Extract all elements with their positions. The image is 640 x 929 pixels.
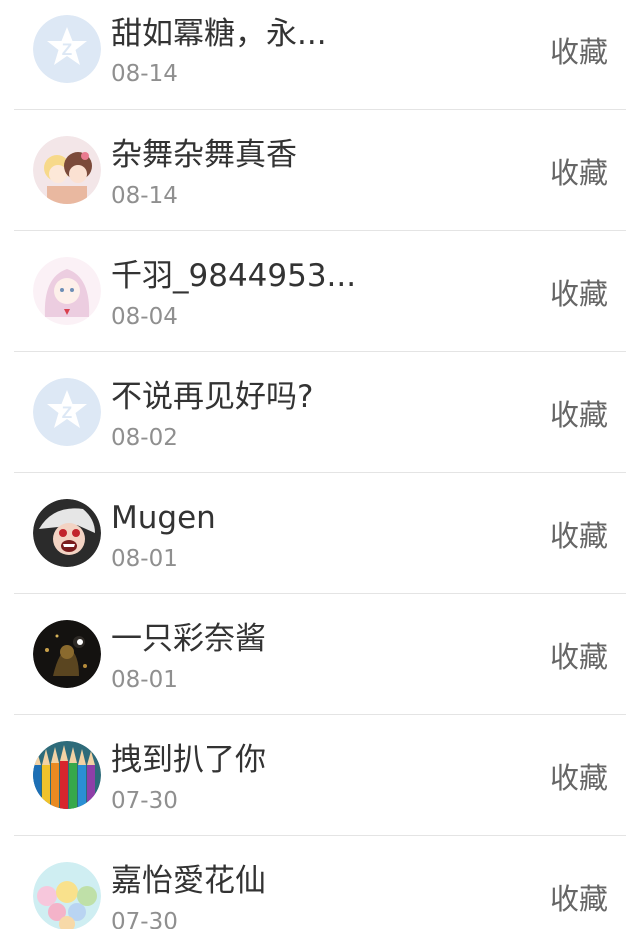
favorite-button[interactable]: 收藏	[550, 882, 608, 916]
contact-date: 08-14	[111, 61, 178, 87]
screaming-character-avatar[interactable]	[33, 499, 101, 567]
contact-date: 08-01	[111, 546, 178, 572]
default-qq-avatar-icon[interactable]: Z	[33, 378, 101, 446]
contact-date: 08-02	[111, 425, 178, 451]
favorite-button[interactable]: 收藏	[550, 156, 608, 190]
contact-name: 一只彩奈酱	[111, 621, 266, 657]
default-qq-avatar-icon[interactable]: Z	[33, 15, 101, 83]
svg-text:Z: Z	[62, 403, 72, 422]
contact-name: 拽到扒了你	[111, 742, 266, 778]
favorite-button[interactable]: 收藏	[550, 398, 608, 432]
contact-name: Mugen	[111, 500, 216, 536]
list-item[interactable]: 拽到扒了你 07-30 收藏	[14, 715, 626, 836]
list-item[interactable]: Z 甜如冪糖，永... 08-14 收藏	[14, 0, 626, 110]
contact-date: 08-04	[111, 304, 178, 330]
favorite-button[interactable]: 收藏	[550, 640, 608, 674]
svg-text:Z: Z	[62, 40, 72, 59]
dark-figure-avatar[interactable]	[33, 620, 101, 688]
contact-date: 07-30	[111, 788, 178, 814]
contact-name: 嘉怡愛花仙	[111, 863, 266, 899]
contact-date: 08-01	[111, 667, 178, 693]
contact-name: 不说再见好吗?	[111, 379, 314, 415]
favorite-button[interactable]: 收藏	[550, 519, 608, 553]
flower-fairies-avatar[interactable]	[33, 862, 101, 929]
favorite-button[interactable]: 收藏	[550, 35, 608, 69]
contact-list: Z 甜如冪糖，永... 08-14 收藏 杂舞杂舞真香 08-14 收藏 千羽_…	[0, 0, 640, 929]
list-item[interactable]: 千羽_9844953... 08-04 收藏	[14, 231, 626, 352]
list-item[interactable]: 嘉怡愛花仙 07-30 收藏	[14, 836, 626, 929]
list-item[interactable]: Z 不说再见好吗? 08-02 收藏	[14, 352, 626, 473]
list-item[interactable]: 杂舞杂舞真香 08-14 收藏	[14, 110, 626, 231]
colored-pencils-avatar[interactable]	[33, 741, 101, 809]
contact-date: 08-14	[111, 183, 178, 209]
anime-pair-avatar[interactable]	[33, 136, 101, 204]
list-item[interactable]: Mugen 08-01 收藏	[14, 473, 626, 594]
contact-name: 甜如冪糖，永...	[111, 16, 327, 52]
favorite-button[interactable]: 收藏	[550, 277, 608, 311]
list-item[interactable]: 一只彩奈酱 08-01 收藏	[14, 594, 626, 715]
favorite-button[interactable]: 收藏	[550, 761, 608, 795]
anime-girl-avatar[interactable]	[33, 257, 101, 325]
contact-date: 07-30	[111, 909, 178, 929]
contact-name: 杂舞杂舞真香	[111, 137, 297, 173]
contact-name: 千羽_9844953...	[111, 258, 357, 294]
